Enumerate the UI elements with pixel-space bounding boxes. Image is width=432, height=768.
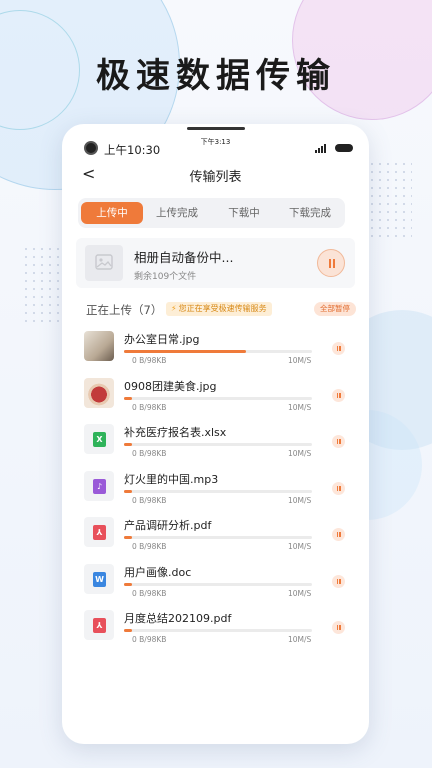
phone-screen: 上午10:30 下午3:13 < 传输列表 上传中 上传完成 下载中 下载完成 … xyxy=(62,124,369,744)
pause-icon[interactable] xyxy=(332,574,345,588)
file-type-badge: ♪ xyxy=(84,470,114,501)
tab-downloading[interactable]: 下载中 xyxy=(211,202,277,224)
file-size: 0 B/98KB xyxy=(132,449,167,458)
album-backup-card[interactable]: 相册自动备份中... 剩余109个文件 xyxy=(76,238,355,288)
progress-fill xyxy=(124,489,132,493)
file-name: 补充医疗报名表.xlsx xyxy=(124,426,227,439)
pause-backup-button[interactable] xyxy=(317,249,345,277)
file-name: 灯火里的中国.mp3 xyxy=(124,472,219,486)
transfer-speed: 10M/S xyxy=(288,542,312,551)
pause-icon[interactable] xyxy=(332,435,345,448)
upload-item[interactable]: 办公室日常.jpg 0 B/98KB 10M/S xyxy=(84,330,349,377)
image-placeholder-icon xyxy=(85,245,123,281)
progress-bar xyxy=(124,350,312,353)
upload-item[interactable]: 0908团建美食.jpg 0 B/98KB 10M/S xyxy=(84,377,349,424)
signal-icon xyxy=(315,144,329,153)
uploading-section-header: 正在上传（7） ⚡ 您正在享受极速传输服务 全部暂停 xyxy=(86,302,356,320)
tab-uploading[interactable]: 上传中 xyxy=(81,202,143,224)
tab-upload-complete[interactable]: 上传完成 xyxy=(144,202,210,224)
tab-bar: 上传中 上传完成 下载中 下载完成 xyxy=(78,198,345,228)
status-bar: 上午10:30 下午3:13 xyxy=(62,138,369,158)
photo-thumbnail xyxy=(84,377,114,408)
phone-notch xyxy=(187,127,245,130)
file-size: 0 B/98KB xyxy=(132,588,167,598)
tab-download-complete[interactable]: 下载完成 xyxy=(278,202,342,224)
progress-fill xyxy=(124,396,132,400)
upload-item[interactable]: ♪ 灯火里的中国.mp3 0 B/98KB 10M/S xyxy=(84,470,349,517)
backup-remaining: 剩余109个文件 xyxy=(134,272,197,282)
upload-item[interactable]: ⅄ 产品调研分析.pdf 0 B/98KB 10M/S xyxy=(84,516,349,563)
pause-icon[interactable] xyxy=(332,621,345,634)
file-size: 0 B/98KB xyxy=(132,542,167,551)
transfer-speed: 10M/S xyxy=(288,356,312,365)
music-icon: ♪ xyxy=(93,478,106,494)
pdf-icon: ⅄ xyxy=(93,618,106,633)
progress-bar xyxy=(124,536,312,539)
transfer-speed: 10M/S xyxy=(288,495,312,505)
progress-fill xyxy=(124,536,132,539)
pause-icon[interactable] xyxy=(332,528,345,541)
pause-icon[interactable] xyxy=(332,342,345,355)
progress-bar xyxy=(124,582,312,586)
transfer-speed: 10M/S xyxy=(288,449,312,458)
photo-thumbnail xyxy=(84,331,114,361)
file-type-badge: ⅄ xyxy=(84,517,114,547)
excel-icon: X xyxy=(93,432,106,447)
progress-fill xyxy=(124,443,132,446)
transfer-speed: 10M/S xyxy=(288,588,312,598)
speed-badge-text: 您正在享受极速传输服务 xyxy=(178,304,267,313)
backup-title: 相册自动备份中... xyxy=(134,250,234,265)
file-name: 用户画像.doc xyxy=(124,565,192,579)
upload-item[interactable]: ⅄ 月度总结202109.pdf 0 B/98KB 10M/S xyxy=(84,609,349,656)
upload-item[interactable]: W 用户画像.doc 0 B/98KB 10M/S xyxy=(84,563,349,610)
file-size: 0 B/98KB xyxy=(132,635,167,644)
progress-bar xyxy=(124,443,312,446)
battery-icon xyxy=(335,144,353,152)
file-name: 办公室日常.jpg xyxy=(124,333,200,346)
upload-item[interactable]: X 补充医疗报名表.xlsx 0 B/98KB 10M/S xyxy=(84,423,349,470)
file-type-badge: X xyxy=(84,424,114,454)
progress-fill xyxy=(124,350,247,353)
speed-badge: ⚡ 您正在享受极速传输服务 xyxy=(166,302,272,316)
section-title: 正在上传（7） xyxy=(86,303,163,317)
word-icon: W xyxy=(93,571,106,587)
page-title: 传输列表 xyxy=(189,170,242,185)
progress-bar xyxy=(124,489,312,493)
pause-all-button[interactable]: 全部暂停 xyxy=(314,302,356,316)
nav-bar: < 传输列表 xyxy=(62,162,369,188)
upload-list: 办公室日常.jpg 0 B/98KB 10M/S 0908团建美食.jpg 0 B/98… xyxy=(84,330,349,656)
progress-fill xyxy=(124,582,132,586)
file-name: 产品调研分析.pdf xyxy=(124,519,212,532)
transfer-speed: 10M/S xyxy=(288,402,312,412)
progress-fill xyxy=(124,629,132,632)
pause-icon[interactable] xyxy=(332,388,345,402)
progress-bar xyxy=(124,396,312,400)
file-name: 月度总结202109.pdf xyxy=(124,612,232,625)
progress-bar xyxy=(124,629,312,632)
file-size: 0 B/98KB xyxy=(132,402,167,412)
headline: 极速数据传输 xyxy=(96,56,336,96)
file-size: 0 B/98KB xyxy=(132,495,167,505)
file-type-badge: ⅄ xyxy=(84,610,114,640)
pdf-icon: ⅄ xyxy=(93,525,106,540)
lightning-icon: ⚡ xyxy=(171,304,177,313)
pause-icon[interactable] xyxy=(332,481,345,495)
file-type-badge: W xyxy=(84,563,114,594)
file-name: 0908团建美食.jpg xyxy=(124,379,217,393)
transfer-speed: 10M/S xyxy=(288,635,312,644)
file-size: 0 B/98KB xyxy=(132,356,167,365)
